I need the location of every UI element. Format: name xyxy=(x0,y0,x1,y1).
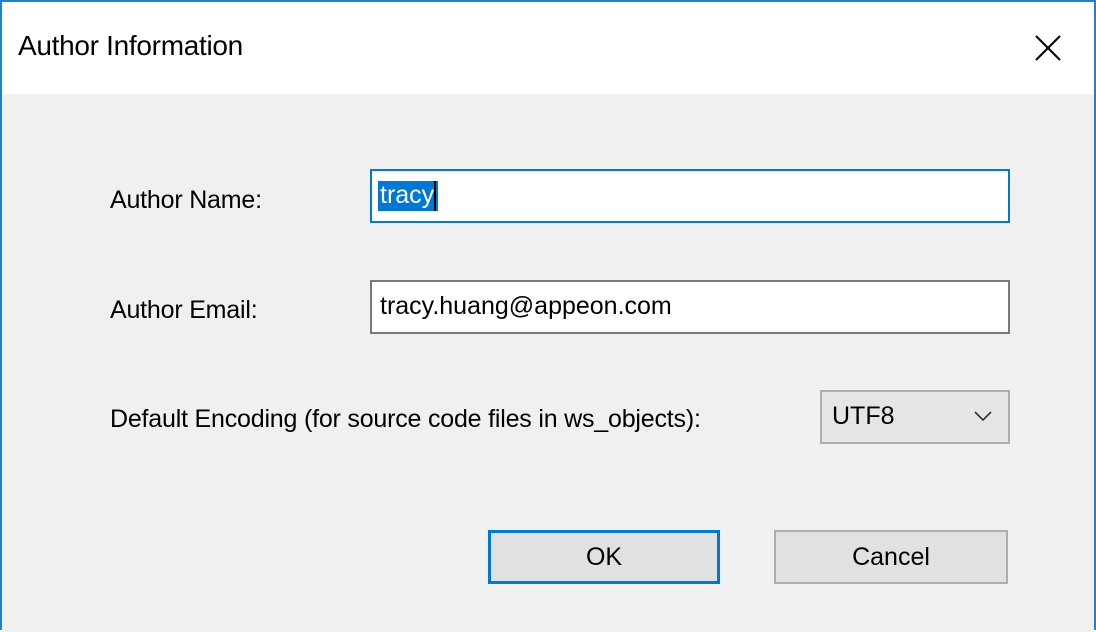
text-caret xyxy=(434,181,437,212)
default-encoding-label: Default Encoding (for source code files … xyxy=(110,405,701,433)
author-email-field[interactable]: tracy.huang@appeon.com xyxy=(370,280,1010,334)
encoding-selected-value: UTF8 xyxy=(832,402,895,430)
dialog-body: Author Name: tracy Author Email: tracy.h… xyxy=(2,94,1094,632)
author-information-dialog: Author Information Author Name: tracy Au… xyxy=(0,0,1096,632)
author-name-field[interactable]: tracy xyxy=(370,169,1010,223)
author-email-value: tracy.huang@appeon.com xyxy=(380,292,672,320)
cancel-button[interactable]: Cancel xyxy=(774,530,1008,584)
ok-button[interactable]: OK xyxy=(488,530,720,584)
author-email-label: Author Email: xyxy=(110,296,258,324)
chevron-down-icon xyxy=(974,411,992,422)
close-icon xyxy=(1035,35,1061,61)
encoding-select[interactable]: UTF8 xyxy=(820,390,1010,444)
author-name-label: Author Name: xyxy=(110,186,262,214)
dialog-title: Author Information xyxy=(18,30,243,61)
author-name-value: tracy xyxy=(378,181,439,212)
title-bar: Author Information xyxy=(2,2,1094,94)
close-button[interactable] xyxy=(1002,2,1094,94)
